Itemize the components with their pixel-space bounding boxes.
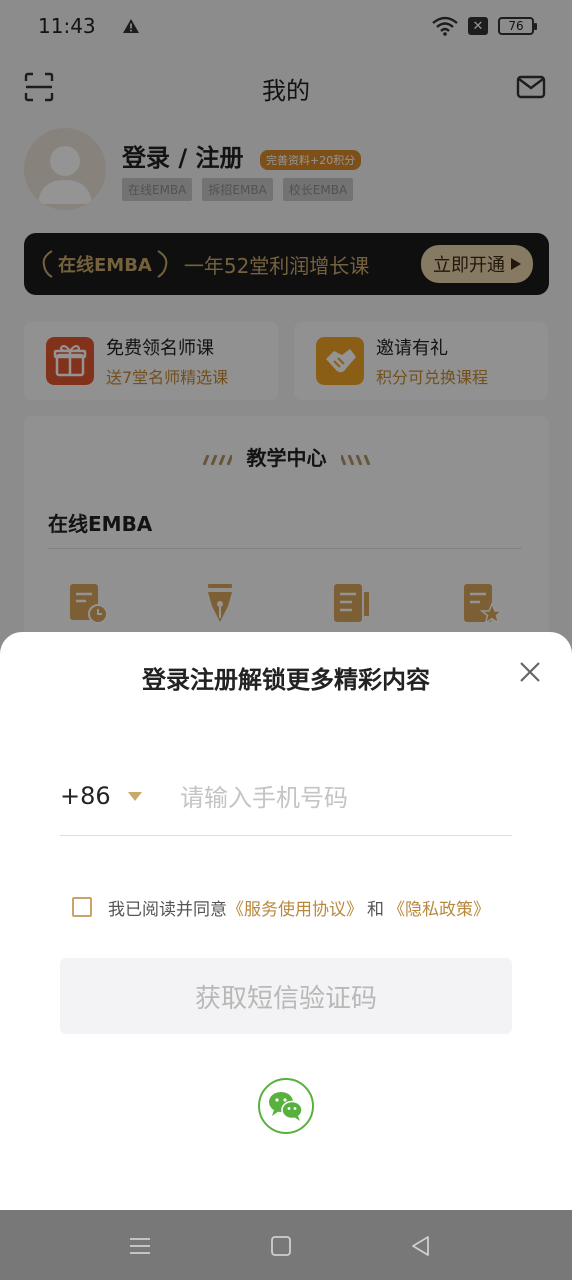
- sheet-title: 登录注册解锁更多精彩内容: [142, 666, 430, 694]
- agree-and: 和: [367, 900, 384, 920]
- home-icon[interactable]: [269, 1234, 293, 1258]
- close-icon[interactable]: [518, 660, 542, 684]
- menu-icon[interactable]: [128, 1234, 152, 1258]
- input-underline: [60, 835, 512, 836]
- agree-prefix: 我已阅读并同意: [108, 900, 227, 920]
- back-icon[interactable]: [409, 1234, 433, 1258]
- chevron-down-icon[interactable]: [128, 792, 142, 801]
- system-nav-bar: [0, 1210, 572, 1280]
- agree-checkbox[interactable]: [72, 897, 92, 917]
- get-sms-code-button[interactable]: 获取短信验证码: [60, 958, 512, 1034]
- phone-input[interactable]: [180, 778, 510, 818]
- wechat-icon: [269, 1092, 303, 1121]
- login-sheet: 登录注册解锁更多精彩内容 +86 我已阅读并同意《服务使用协议》和《隐私政策》 …: [0, 632, 572, 1210]
- privacy-link[interactable]: 《隐私政策》: [388, 900, 490, 920]
- wechat-login-button[interactable]: [258, 1078, 314, 1134]
- agreement-text: 我已阅读并同意《服务使用协议》和《隐私政策》: [108, 895, 490, 920]
- country-code-selector[interactable]: +86: [60, 782, 111, 810]
- terms-link[interactable]: 《服务使用协议》: [227, 900, 363, 920]
